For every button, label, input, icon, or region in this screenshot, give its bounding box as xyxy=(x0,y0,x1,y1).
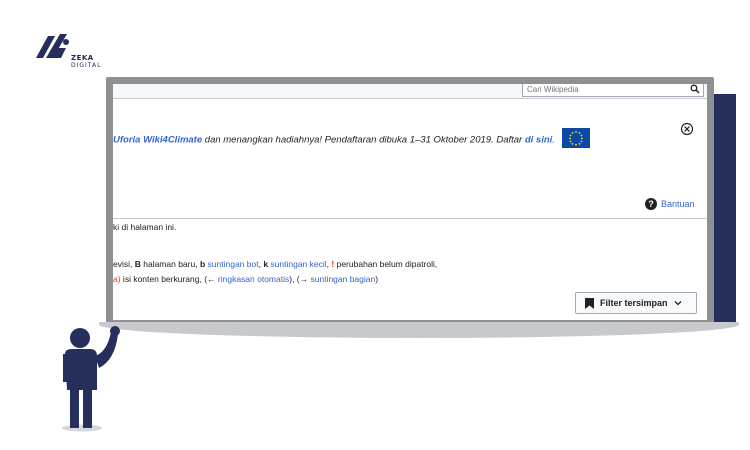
legend-line-1: evisi, B halaman baru, b suntingan bot, … xyxy=(113,259,437,269)
legend-text: isi konten berkurang, (← xyxy=(120,274,218,284)
legend-key-bot: b xyxy=(199,259,206,269)
logo-wordmark: ZEKA DIGITAL xyxy=(71,54,102,70)
bot-edit-link[interactable]: suntingan bot xyxy=(208,259,259,269)
search-icon[interactable] xyxy=(690,84,700,94)
eu-flag-icon xyxy=(561,128,590,148)
banner-text: dan menangkan hadiahnya! Pendaftaran dib… xyxy=(202,134,525,146)
legend-line-2: a) isi konten berkurang, (← ringkasan ot… xyxy=(113,274,378,284)
bookmark-icon xyxy=(585,297,594,309)
minor-edit-link[interactable]: suntingan kecil xyxy=(270,259,326,269)
wiki4climate-link[interactable]: Uforia Wiki4Climate xyxy=(113,135,202,146)
person-illustration xyxy=(62,326,120,432)
monitor-base xyxy=(99,322,739,338)
close-icon[interactable] xyxy=(680,122,694,136)
page-text-line: ki di halaman ini. xyxy=(113,222,177,232)
help-label: Bantuan xyxy=(661,199,695,209)
legend-text: halaman baru, xyxy=(140,259,200,269)
site-notice-banner: Uforia Wiki4Climate dan menangkan hadiah… xyxy=(113,128,673,150)
legend-key-minor: k xyxy=(263,259,269,269)
legend-size-negative: a) xyxy=(113,274,121,284)
legend-text: ) xyxy=(375,274,379,284)
svg-text:?: ? xyxy=(648,199,654,209)
decorative-navy-panel xyxy=(712,94,736,326)
help-link[interactable]: ? Bantuan xyxy=(645,198,695,210)
search-input[interactable] xyxy=(527,84,677,95)
legend-text: ), (→ xyxy=(289,274,311,284)
register-link[interactable]: di sini xyxy=(525,135,552,146)
legend-text: perubahan belum dipatroli, xyxy=(334,259,438,269)
saved-filters-button[interactable]: Filter tersimpan xyxy=(575,292,697,314)
chevron-down-icon xyxy=(674,301,681,306)
help-icon: ? xyxy=(645,198,657,210)
wikipedia-screen: Uforia Wiki4Climate dan menangkan hadiah… xyxy=(113,84,707,320)
wiki-top-bar xyxy=(113,84,707,99)
divider xyxy=(113,218,707,219)
saved-filters-label: Filter tersimpan xyxy=(600,298,668,308)
banner-period: . xyxy=(552,134,555,146)
auto-summary-link[interactable]: ringkasan otomatis xyxy=(218,274,289,284)
legend-text: evisi, xyxy=(113,259,135,269)
section-edit-link[interactable]: suntingan bagian xyxy=(310,274,375,284)
search-box[interactable] xyxy=(522,84,704,97)
